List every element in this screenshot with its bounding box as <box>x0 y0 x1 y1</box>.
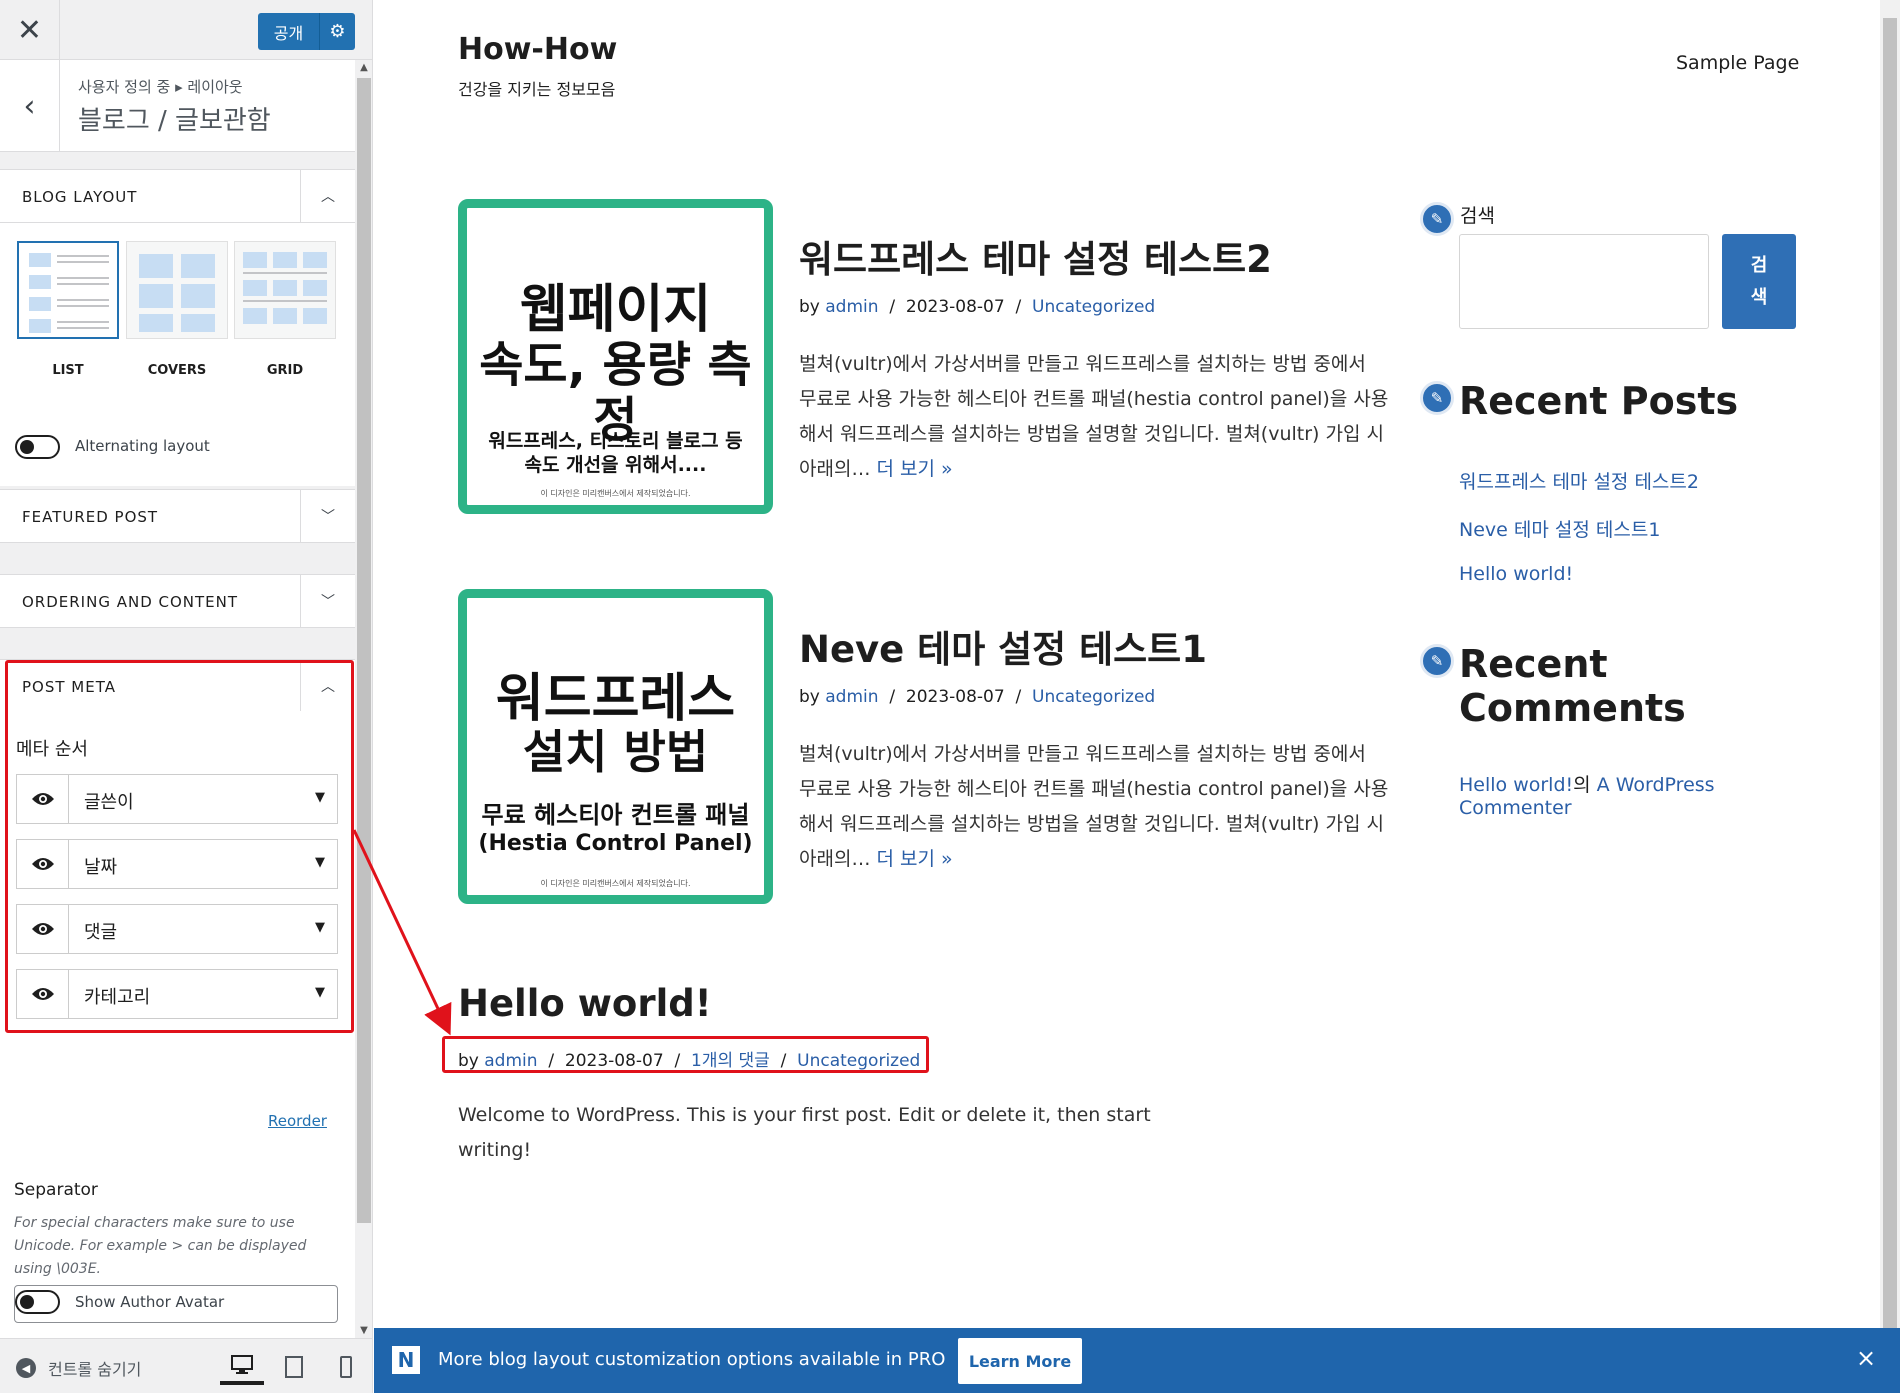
preview-scrollbar[interactable] <box>1880 0 1900 1328</box>
customizer-header: ✕ 공개 ⚙ <box>0 0 372 60</box>
collapse-icon: ◀ <box>16 1358 36 1378</box>
read-more-link[interactable]: 더 보기 » <box>877 848 953 870</box>
meta-author-link[interactable]: admin <box>825 297 878 317</box>
pencil-icon[interactable]: ✎ <box>1420 644 1454 678</box>
post-title[interactable]: Neve 테마 설정 테스트1 <box>799 619 1207 673</box>
recent-posts-title: Recent Posts <box>1459 379 1739 423</box>
layout-option-grid-label: GRID <box>266 363 304 378</box>
breadcrumb: 사용자 정의 중 ▸ 레이아웃 <box>78 78 243 96</box>
back-arrow-icon[interactable]: ‹ <box>0 60 60 152</box>
section-title: 블로그 / 글보관함 <box>78 106 271 136</box>
pro-banner: N More blog layout customization options… <box>374 1328 1900 1393</box>
recent-post-link[interactable]: Hello world! <box>1459 563 1573 585</box>
accordion-blog-layout[interactable]: BLOG LAYOUT ︿ <box>0 169 355 223</box>
tablet-preview-icon[interactable] <box>272 1349 316 1385</box>
meta-by: by <box>799 687 820 707</box>
thumbnail-text: 설치 방법 <box>522 725 709 779</box>
scroll-down-icon[interactable]: ▼ <box>355 1325 372 1336</box>
meta-category-link[interactable]: Uncategorized <box>1032 687 1155 707</box>
thumbnail-credit: 이 디자인은 미리캔버스에서 제작되었습니다. <box>540 879 691 888</box>
chevron-down-icon[interactable]: ﹀ <box>300 490 355 542</box>
publish-button-group: 공개 ⚙ <box>258 13 355 50</box>
search-button[interactable]: 검 색 <box>1722 234 1796 329</box>
site-title[interactable]: How-How <box>458 32 617 67</box>
site-description: 건강을 지키는 정보모음 <box>458 80 616 99</box>
separator-description: For special characters make sure to use … <box>14 1215 307 1277</box>
scrollbar-thumb[interactable] <box>357 78 371 1223</box>
meta-author-link[interactable]: admin <box>825 687 878 707</box>
thumbnail-text: (Hestia Control Panel) <box>478 831 753 856</box>
show-author-avatar-toggle[interactable] <box>15 1290 60 1314</box>
recent-comment: Hello world!의 A WordPress Commenter <box>1459 774 1739 820</box>
nav-sample-page[interactable]: Sample Page <box>1676 52 1799 74</box>
search-label: 검색 <box>1460 205 1495 227</box>
layout-option-covers-label: COVERS <box>147 363 207 378</box>
layout-option-grid[interactable] <box>234 241 336 339</box>
banner-text: More blog layout customization options a… <box>438 1349 946 1370</box>
post-title[interactable]: 워드프레스 테마 설정 테스트2 <box>799 229 1272 283</box>
alternating-layout-toggle[interactable] <box>15 435 60 459</box>
post-meta: by admin / 2023-08-07 / Uncategorized <box>799 687 1156 707</box>
meta-date: 2023-08-07 <box>905 297 1005 317</box>
scroll-up-icon[interactable]: ▲ <box>355 62 372 73</box>
chevron-down-icon[interactable]: ﹀ <box>300 575 355 627</box>
search-button-label: 검 색 <box>1750 254 1768 308</box>
search-input[interactable] <box>1459 234 1709 329</box>
layout-option-covers[interactable] <box>126 241 228 339</box>
post-meta: by admin / 2023-08-07 / Uncategorized <box>799 297 1156 317</box>
meta-by: by <box>799 297 820 317</box>
read-more-link[interactable]: 더 보기 » <box>877 458 953 480</box>
gear-icon[interactable]: ⚙ <box>320 13 355 50</box>
thumbnail-text: 워드프레스, 티스토리 블로그 등 <box>488 430 743 452</box>
post-excerpt: Welcome to WordPress. This is your first… <box>458 1104 1151 1161</box>
alternating-layout-label: Alternating layout <box>75 437 210 455</box>
meta-date: 2023-08-07 <box>905 687 1005 707</box>
annotation-highlight-meta-output <box>442 1036 929 1073</box>
neve-logo-icon: N <box>392 1346 420 1374</box>
blog-layout-options: LIST COVERS GRID Alternating layout <box>0 223 355 486</box>
layout-option-list[interactable] <box>17 241 119 339</box>
thumbnail-credit: 이 디자인은 미리캔버스에서 제작되었습니다. <box>540 489 691 498</box>
accordion-featured-post[interactable]: FEATURED POST ﹀ <box>0 489 355 543</box>
learn-more-button[interactable]: Learn More <box>958 1338 1082 1384</box>
show-author-avatar-label: Show Author Avatar <box>75 1293 225 1311</box>
desktop-preview-icon[interactable] <box>220 1349 264 1385</box>
pencil-icon[interactable]: ✎ <box>1420 381 1454 415</box>
post-excerpt: 벌쳐(vultr)에서 가상서버를 만들고 워드프레스를 설치하는 방법 중에서… <box>799 347 1389 487</box>
recent-comment-separator: 의 <box>1573 774 1597 796</box>
thumbnail-text: 속도 개선을 위해서.... <box>524 454 707 476</box>
section-header: ‹ 사용자 정의 중 ▸ 레이아웃 블로그 / 글보관함 <box>0 60 355 152</box>
accordion-label: ORDERING AND CONTENT <box>22 593 239 611</box>
accordion-label: FEATURED POST <box>22 508 159 526</box>
post-title[interactable]: Hello world! <box>458 982 712 1025</box>
layout-option-list-label: LIST <box>52 363 84 378</box>
recent-comment-post-link[interactable]: Hello world! <box>1459 774 1573 796</box>
thumbnail-text: 웹페이지 <box>519 280 712 340</box>
post-thumbnail[interactable]: 웹페이지 속도, 용량 측정 워드프레스, 티스토리 블로그 등 속도 개선을 … <box>458 199 773 514</box>
post-excerpt: 벌쳐(vultr)에서 가상서버를 만들고 워드프레스를 설치하는 방법 중에서… <box>799 737 1389 877</box>
pencil-icon[interactable]: ✎ <box>1420 202 1454 236</box>
hide-controls-label: 컨트롤 숨기기 <box>48 1360 142 1379</box>
annotation-highlight-post-meta <box>5 660 354 1033</box>
thumbnail-text: 무료 헤스티아 컨트롤 패널 <box>481 801 750 829</box>
close-icon[interactable]: ✕ <box>0 0 60 60</box>
mobile-preview-icon[interactable] <box>324 1349 368 1385</box>
meta-category-link[interactable]: Uncategorized <box>1032 297 1155 317</box>
customizer-footer: ◀ 컨트롤 숨기기 <box>0 1338 372 1393</box>
panel-scrollbar[interactable]: ▲ ▼ <box>355 60 372 1338</box>
accordion-ordering-content[interactable]: ORDERING AND CONTENT ﹀ <box>0 574 355 628</box>
separator-title: Separator <box>14 1180 98 1200</box>
post-thumbnail[interactable]: 워드프레스 설치 방법 무료 헤스티아 컨트롤 패널 (Hestia Contr… <box>458 589 773 904</box>
thumbnail-text: 워드프레스 <box>495 669 736 729</box>
recent-post-link[interactable]: 워드프레스 테마 설정 테스트2 <box>1459 467 1699 494</box>
recent-post-link[interactable]: Neve 테마 설정 테스트1 <box>1459 515 1660 542</box>
recent-comments-title: Recent Comments <box>1459 642 1686 730</box>
reorder-link[interactable]: Reorder <box>268 1112 327 1130</box>
chevron-up-icon[interactable]: ︿ <box>300 170 355 222</box>
scrollbar-thumb[interactable] <box>1883 18 1897 1328</box>
accordion-label: BLOG LAYOUT <box>22 188 138 206</box>
close-icon[interactable]: × <box>1856 1344 1876 1372</box>
hide-controls-button[interactable]: ◀ 컨트롤 숨기기 <box>16 1356 141 1380</box>
publish-button[interactable]: 공개 <box>258 13 320 50</box>
